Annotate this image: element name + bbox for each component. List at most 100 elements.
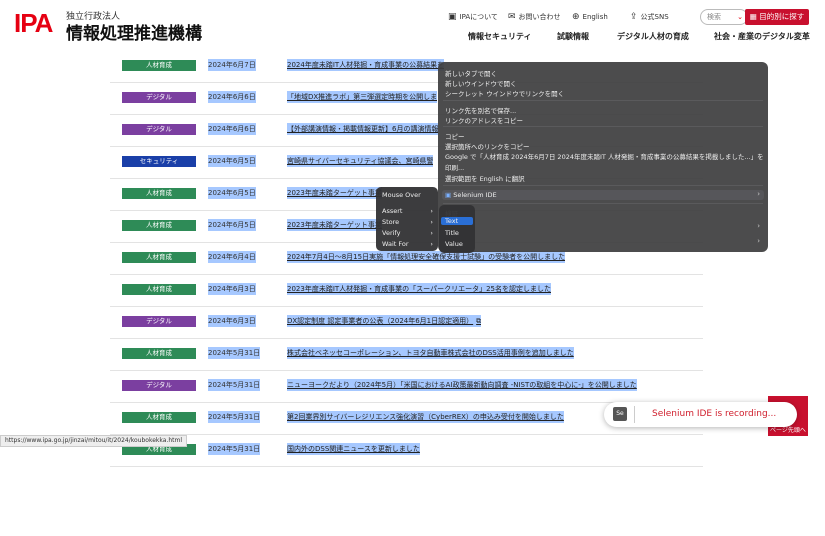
menu-divider (443, 185, 763, 186)
menu-open-incognito[interactable]: シークレット ウインドウでリンクを開く (445, 88, 564, 98)
news-date: 2024年5月31日 (208, 411, 261, 423)
news-title-text: 宮崎県サイバーセキュリティ協議会、宮崎県警 (287, 157, 434, 165)
news-date: 2024年6月3日 (208, 315, 256, 327)
news-title-text: 株式会社ベネッセコーポレーション、トヨタ自動車株式会社のDSS活用事例を追加しま… (287, 349, 574, 357)
news-date: 2024年5月31日 (208, 379, 261, 391)
globe-icon: ⊕ (572, 12, 580, 22)
menu-open-new-window[interactable]: 新しいウインドウで開く (445, 78, 517, 88)
chevron-right-icon: › (430, 229, 433, 237)
news-title-link[interactable]: 「地域DX推進ラボ」第三弾選定時期を公開しま (287, 91, 438, 103)
submenu-wait-for[interactable]: Wait For (382, 240, 409, 248)
news-date: 2024年6月4日 (208, 251, 256, 263)
news-title-text: 2024年度未踏IT人材発掘・育成事業の公募結果を (287, 61, 445, 69)
news-date: 2024年6月5日 (208, 187, 256, 199)
category-badge: デジタル (122, 124, 196, 135)
util-link-sns[interactable]: ⇪ 公式SNS (630, 12, 669, 22)
news-title-link[interactable]: 【外部講演情報・掲載情報更新】6月の講演情報 (287, 123, 439, 135)
submenu-store[interactable]: Store (382, 218, 399, 226)
category-badge: 人材育成 (122, 220, 196, 231)
chevron-right-icon: › (757, 222, 760, 230)
ipa-logo[interactable]: IPA (14, 8, 53, 39)
gnav-dx[interactable]: 社会・産業のデジタル変革 (714, 31, 810, 42)
util-link-contact[interactable]: ✉ お問い合わせ (508, 12, 561, 22)
category-badge: 人材育成 (122, 412, 196, 423)
submenu-mouse-over[interactable]: Mouse Over (382, 191, 421, 199)
submenu-assert[interactable]: Assert (382, 207, 402, 215)
gnav-exam[interactable]: 試験情報 (557, 31, 589, 42)
search-input[interactable]: 検索 ⌄ (700, 9, 748, 25)
news-row: 人材育成 2024年5月31日 国内外のDSS関連ニュースを更新しました (110, 434, 703, 467)
util-link-english[interactable]: ⊕ English (572, 12, 608, 22)
menu-divider (443, 126, 763, 127)
mail-icon: ✉ (508, 12, 516, 22)
news-title-link[interactable]: 2023年度未踏IT人材発掘・育成事業の「スーパークリエータ」25名を認定しまし… (287, 283, 551, 295)
menu-divider (443, 100, 763, 101)
menu-save-link-as[interactable]: リンク先を別名で保存... (445, 105, 516, 115)
gnav-security[interactable]: 情報セキュリティ (468, 31, 532, 42)
news-title-text: DX認定制度 認定事業者の公表（2024年6月1日認定適用） (287, 317, 474, 325)
news-title-link[interactable]: 2023年度未踏ターゲット事業 (287, 187, 382, 199)
news-title-text: 第2回業界別サイバーレジリエンス強化演習（CyberREX）の申込み受付を開始し… (287, 413, 564, 421)
menu-copy-link-to-highlight[interactable]: 選択箇所へのリンクをコピー (445, 141, 530, 151)
context-menu: 新しいタブで開く 新しいウインドウで開く シークレット ウインドウでリンクを開く… (438, 62, 768, 252)
util-link-about[interactable]: ▣ IPAについて (448, 12, 498, 22)
selenium-icon: ▣ (445, 191, 454, 199)
chevron-down-icon: ⌄ (737, 13, 743, 21)
news-date: 2024年6月6日 (208, 91, 256, 103)
menu-copy-link-address[interactable]: リンクのアドレスをコピー (445, 115, 523, 125)
news-title-link[interactable]: 2023年度未踏ターゲット事業 (287, 219, 382, 231)
store-submenu: Text Title Value (439, 205, 475, 253)
category-badge: 人材育成 (122, 348, 196, 359)
news-title-text: ニューヨークだより（2024年5月）「米国におけるAI政策最新動向調査 -NIS… (287, 381, 637, 389)
gnav-digital-talent[interactable]: デジタル人材の育成 (617, 31, 689, 42)
store-value[interactable]: Value (445, 240, 463, 248)
store-title[interactable]: Title (445, 229, 459, 237)
category-badge: デジタル (122, 380, 196, 391)
news-title-text: 2023年度未踏IT人材発掘・育成事業の「スーパークリエータ」25名を認定しまし… (287, 285, 551, 293)
menu-open-new-tab[interactable]: 新しいタブで開く (445, 68, 497, 78)
building-icon: ▣ (448, 12, 457, 22)
toast-divider (634, 406, 635, 423)
news-row: 人材育成 2024年5月31日 株式会社ベネッセコーポレーション、トヨタ自動車株式会… (110, 338, 703, 371)
news-date: 2024年6月5日 (208, 155, 256, 167)
category-badge: デジタル (122, 92, 196, 103)
news-date: 2024年5月31日 (208, 347, 261, 359)
menu-print[interactable]: 印刷... (445, 162, 464, 172)
news-row: デジタル 2024年6月3日 DX認定制度 認定事業者の公表（2024年6月1日認定… (110, 306, 703, 339)
org-name[interactable]: 情報処理推進機構 (66, 19, 202, 44)
news-title-link[interactable]: 2024年7月4日～8月15日実施「情報処理安全確保支援士試験」の受験者を公開し… (287, 251, 566, 263)
news-title-text: 【外部講演情報・掲載情報更新】6月の講演情報 (287, 125, 439, 133)
news-row: デジタル 2024年5月31日 ニューヨークだより（2024年5月）「米国におけるA… (110, 370, 703, 403)
news-title-link[interactable]: 2024年度未踏IT人材発掘・育成事業の公募結果を (287, 59, 445, 71)
menu-search-google[interactable]: Google で「人材育成 2024年6月7日 2024年度未踏IT 人材発掘・… (445, 151, 763, 161)
recording-toast[interactable]: Se Selenium IDE is recording... (604, 402, 797, 427)
store-text[interactable]: Text (441, 217, 473, 225)
news-title-text: 国内外のDSS関連ニュースを更新しました (287, 445, 420, 453)
recording-status-text: Selenium IDE is recording... (652, 409, 777, 419)
category-badge: 人材育成 (122, 252, 196, 263)
news-title-link[interactable]: 第2回業界別サイバーレジリエンス強化演習（CyberREX）の申込み受付を開始し… (287, 411, 564, 423)
category-badge: 人材育成 (122, 284, 196, 295)
chevron-right-icon: › (430, 240, 433, 248)
news-title-link[interactable]: 宮崎県サイバーセキュリティ協議会、宮崎県警 (287, 155, 434, 167)
news-row: 人材育成 2024年6月3日 2023年度未踏IT人材発掘・育成事業の「スーパークリ… (110, 274, 703, 307)
share-icon: ⇪ (630, 12, 638, 22)
category-badge: デジタル (122, 316, 196, 327)
news-title-text: 2024年7月4日～8月15日実施「情報処理安全確保支援士試験」の受験者を公開し… (287, 253, 566, 261)
selenium-submenu: Mouse Over Assert › Store › Verify › Wai… (376, 187, 438, 251)
menu-selenium-ide[interactable]: ▣ Selenium IDE (445, 191, 497, 199)
purpose-search-button[interactable]: ▦ 目的別に探す (745, 9, 809, 25)
category-badge: 人材育成 (122, 188, 196, 199)
news-title-link[interactable]: ニューヨークだより（2024年5月）「米国におけるAI政策最新動向調査 -NIS… (287, 379, 637, 391)
news-title-link[interactable]: 株式会社ベネッセコーポレーション、トヨタ自動車株式会社のDSS活用事例を追加しま… (287, 347, 574, 359)
menu-copy[interactable]: コピー (445, 131, 465, 141)
chevron-right-icon: › (430, 218, 433, 226)
category-badge: 人材育成 (122, 60, 196, 71)
menu-translate[interactable]: 選択範囲を English に翻訳 (445, 173, 525, 183)
news-date: 2024年6月3日 (208, 283, 256, 295)
external-link-icon: ⧉ (476, 317, 482, 325)
news-title-link[interactable]: DX認定制度 認定事業者の公表（2024年6月1日認定適用） ⧉ (287, 315, 482, 327)
menu-divider (443, 203, 763, 204)
submenu-verify[interactable]: Verify (382, 229, 400, 237)
chevron-right-icon: › (757, 237, 760, 245)
